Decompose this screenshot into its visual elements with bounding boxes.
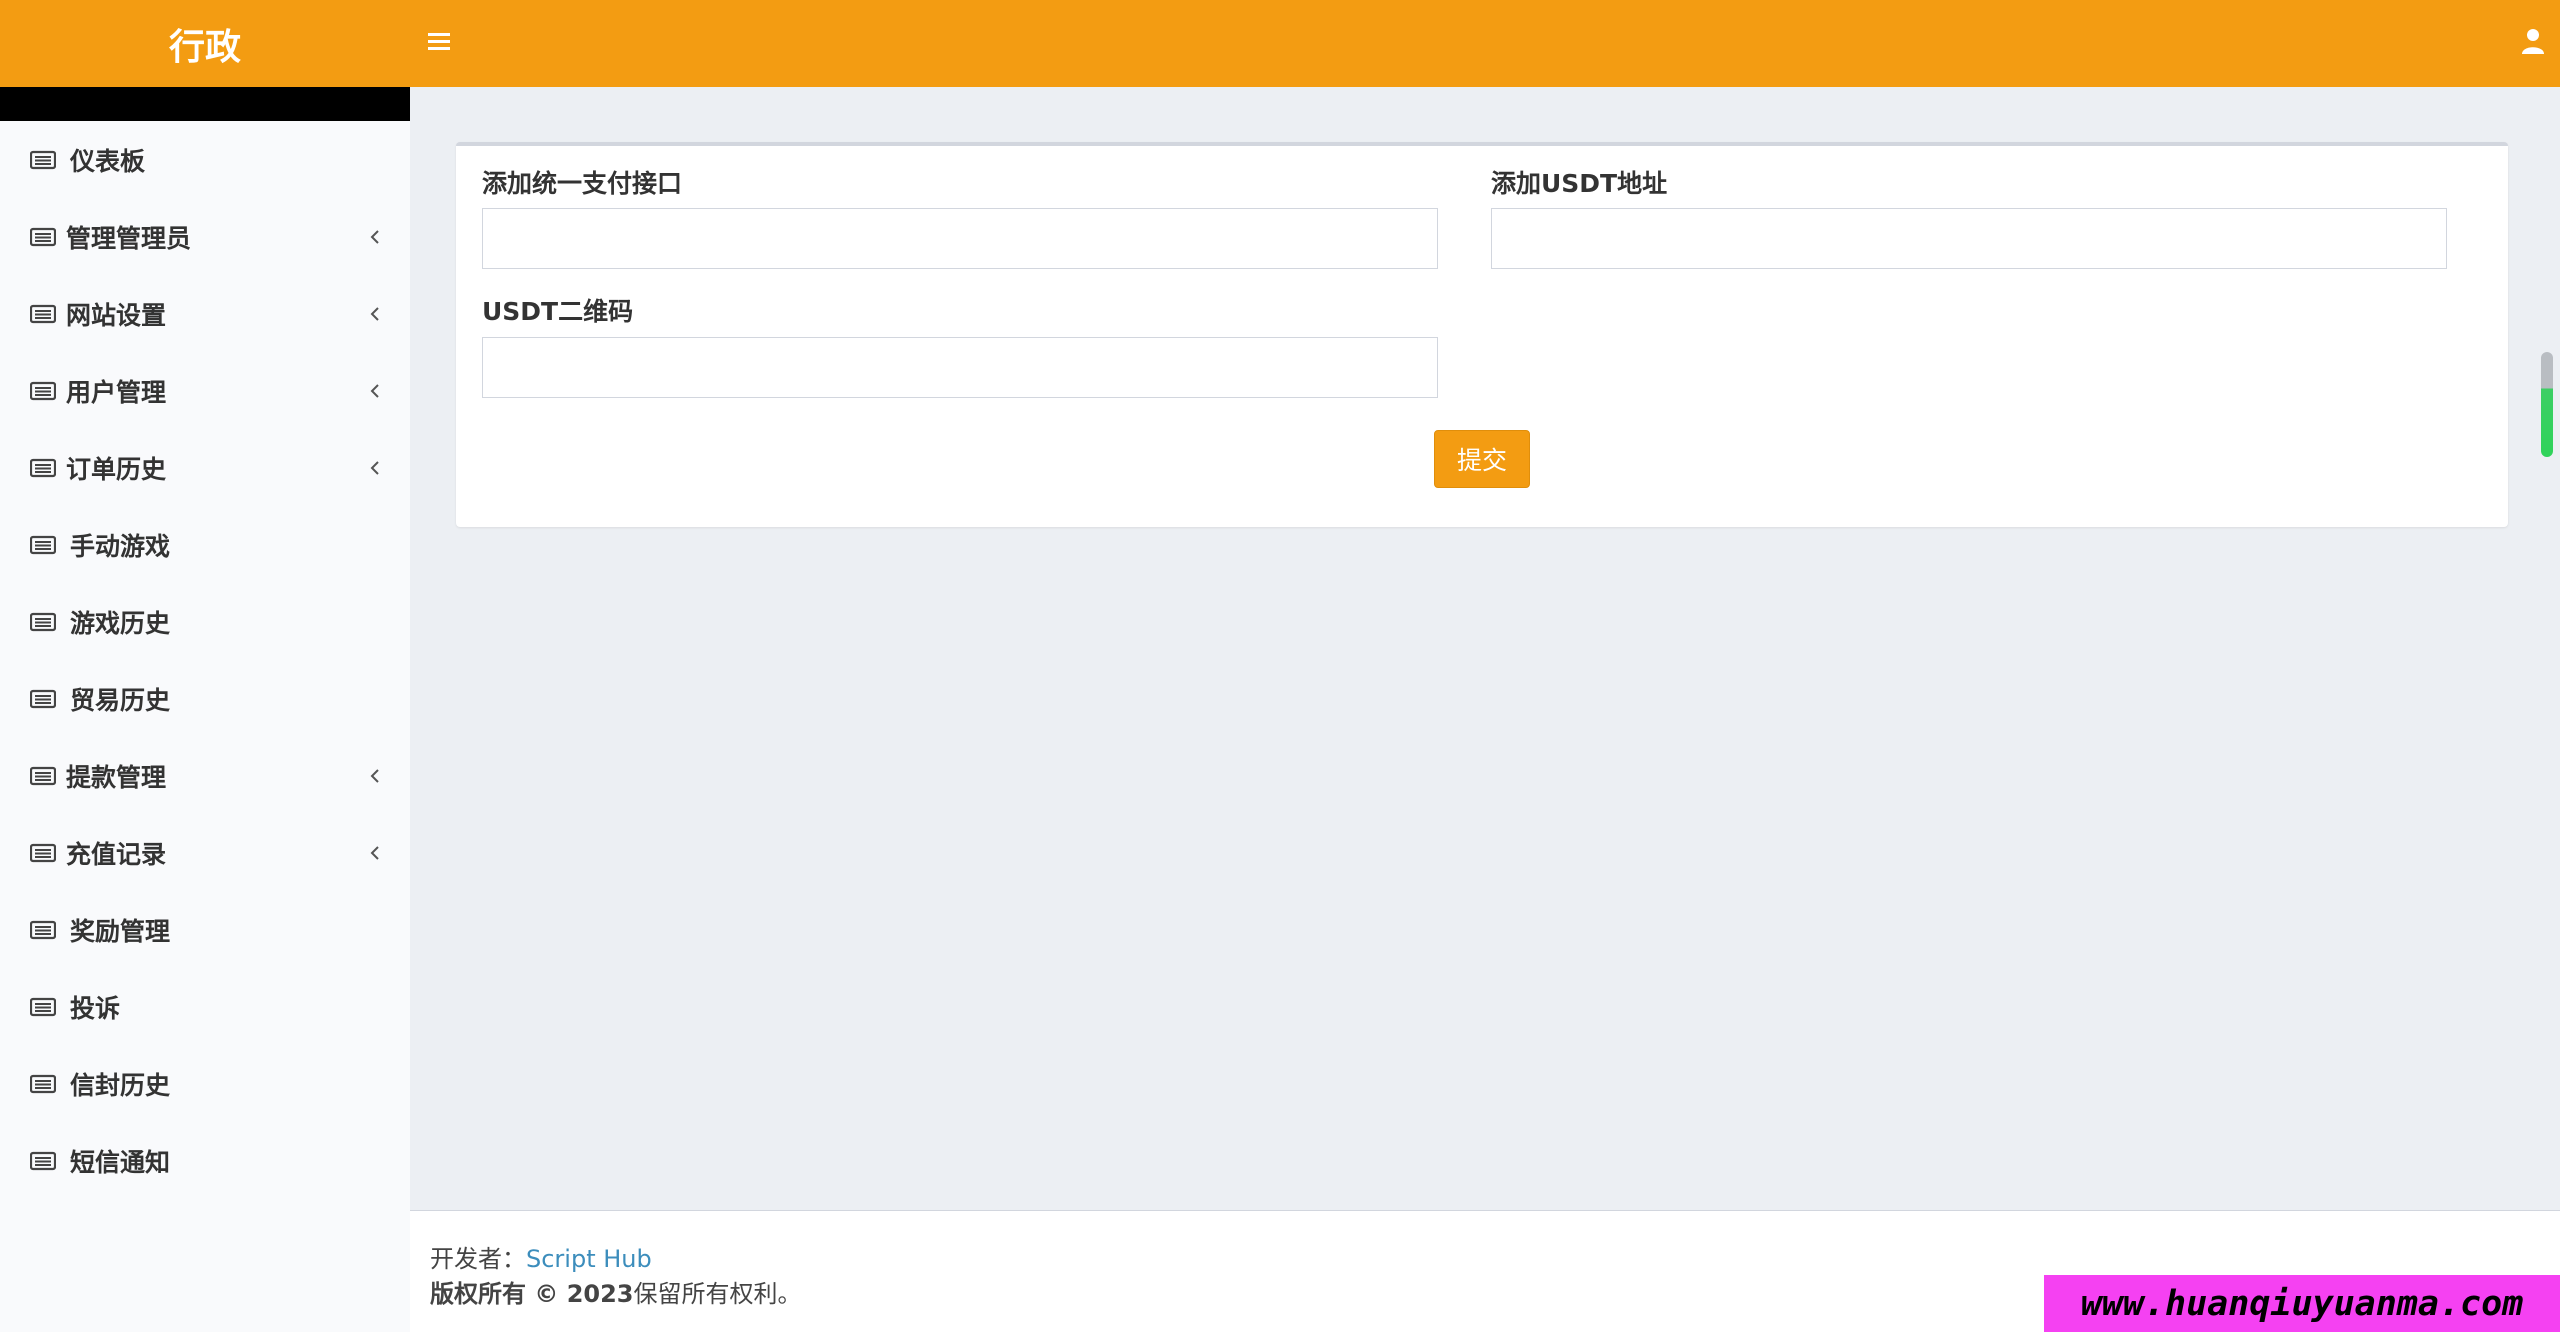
settings-form-box: 添加统一支付接口 添加USDT地址 USDT二维码 提交 bbox=[456, 142, 2508, 527]
user-icon[interactable] bbox=[2518, 26, 2548, 58]
sidebar-item-6[interactable]: 游戏历史 bbox=[0, 583, 410, 660]
sidebar-item-4[interactable]: 订单历史 bbox=[0, 429, 410, 506]
sidebar-item-label: 手动游戏 bbox=[70, 531, 171, 561]
sidebar-item-label: 用户管理 bbox=[66, 377, 167, 407]
submit-button[interactable]: 提交 bbox=[1434, 430, 1530, 488]
sidebar-item-3[interactable]: 用户管理 bbox=[0, 352, 410, 429]
sidebar-user-panel bbox=[0, 87, 410, 121]
sidebar-item-label: 网站设置 bbox=[66, 300, 167, 330]
top-header: 行政 bbox=[0, 0, 2560, 87]
list-icon bbox=[30, 1074, 56, 1093]
brand-logo[interactable]: 行政 bbox=[0, 0, 410, 87]
chevron-left-icon bbox=[370, 229, 379, 244]
sidebar-item-label: 奖励管理 bbox=[70, 916, 171, 946]
list-icon bbox=[30, 920, 56, 939]
main-content: 添加统一支付接口 添加USDT地址 USDT二维码 提交 bbox=[410, 87, 2560, 1210]
hamburger-menu-icon[interactable] bbox=[424, 26, 454, 56]
sidebar-item-9[interactable]: 充值记录 bbox=[0, 814, 410, 891]
chevron-left-icon bbox=[370, 460, 379, 475]
chevron-left-icon bbox=[370, 306, 379, 321]
copyright-bold: 版权所有 © 2023 bbox=[430, 1280, 634, 1308]
sidebar-item-label: 订单历史 bbox=[66, 454, 167, 484]
watermark-banner: www.huanqiuyuanma.com bbox=[2044, 1275, 2560, 1332]
list-icon bbox=[30, 381, 56, 400]
list-icon bbox=[30, 535, 56, 554]
sidebar-item-1[interactable]: 管理管理员 bbox=[0, 198, 410, 275]
sidebar-nav: 仪表板管理管理员网站设置用户管理订单历史手动游戏游戏历史贸易历史提款管理充值记录… bbox=[0, 121, 410, 1199]
sidebar-item-13[interactable]: 短信通知 bbox=[0, 1122, 410, 1199]
usdt-address-label: 添加USDT地址 bbox=[1491, 169, 1668, 198]
chevron-left-icon bbox=[370, 768, 379, 783]
sidebar-item-label: 提款管理 bbox=[66, 762, 167, 792]
sidebar-item-0[interactable]: 仪表板 bbox=[0, 121, 410, 198]
copyright: 版权所有 © 2023保留所有权利。 bbox=[430, 1274, 802, 1309]
list-icon bbox=[30, 997, 56, 1016]
sidebar-item-10[interactable]: 奖励管理 bbox=[0, 891, 410, 968]
list-icon bbox=[30, 150, 56, 169]
sidebar-item-label: 管理管理员 bbox=[66, 223, 192, 253]
sidebar-item-11[interactable]: 投诉 bbox=[0, 968, 410, 1045]
developer-credit: 开发者：Script Hub bbox=[430, 1239, 652, 1274]
chevron-left-icon bbox=[370, 383, 379, 398]
list-icon bbox=[30, 304, 56, 323]
unified-payment-input[interactable] bbox=[482, 208, 1438, 269]
sidebar-item-label: 游戏历史 bbox=[70, 608, 171, 638]
sidebar-item-8[interactable]: 提款管理 bbox=[0, 737, 410, 814]
sidebar-item-5[interactable]: 手动游戏 bbox=[0, 506, 410, 583]
page-scrollbar[interactable] bbox=[2541, 352, 2553, 457]
chevron-left-icon bbox=[370, 845, 379, 860]
unified-payment-label: 添加统一支付接口 bbox=[482, 169, 683, 198]
list-icon bbox=[30, 689, 56, 708]
sidebar-item-label: 贸易历史 bbox=[70, 685, 171, 715]
sidebar-item-label: 信封历史 bbox=[70, 1070, 171, 1100]
list-icon bbox=[30, 843, 56, 862]
list-icon bbox=[30, 612, 56, 631]
sidebar-item-label: 短信通知 bbox=[70, 1147, 171, 1177]
copyright-rest: 保留所有权利。 bbox=[633, 1280, 802, 1308]
sidebar-item-label: 充值记录 bbox=[66, 839, 167, 869]
sidebar-item-7[interactable]: 贸易历史 bbox=[0, 660, 410, 737]
sidebar-item-label: 投诉 bbox=[70, 993, 121, 1023]
sidebar-item-12[interactable]: 信封历史 bbox=[0, 1045, 410, 1122]
list-icon bbox=[30, 458, 56, 477]
developer-link[interactable]: Script Hub bbox=[526, 1245, 652, 1273]
list-icon bbox=[30, 1151, 56, 1170]
list-icon bbox=[30, 227, 56, 246]
sidebar: 仪表板管理管理员网站设置用户管理订单历史手动游戏游戏历史贸易历史提款管理充值记录… bbox=[0, 87, 410, 1332]
sidebar-item-2[interactable]: 网站设置 bbox=[0, 275, 410, 352]
list-icon bbox=[30, 766, 56, 785]
sidebar-item-label: 仪表板 bbox=[70, 146, 146, 176]
usdt-address-input[interactable] bbox=[1491, 208, 2447, 269]
usdt-qr-label: USDT二维码 bbox=[482, 297, 634, 326]
usdt-qr-input[interactable] bbox=[482, 337, 1438, 398]
developer-prefix: 开发者： bbox=[430, 1245, 526, 1273]
